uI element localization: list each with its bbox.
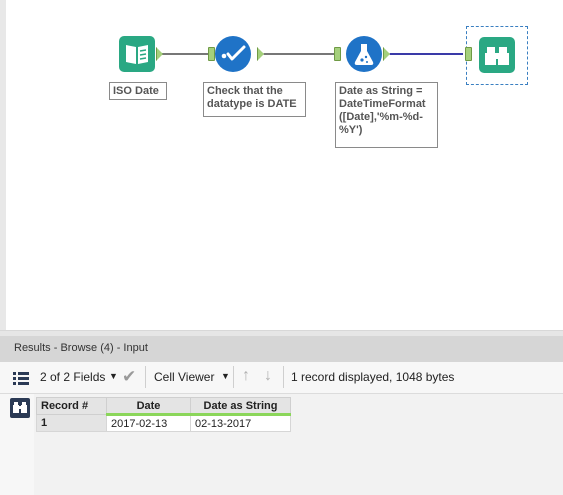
toolbar-divider xyxy=(233,366,234,388)
column-header-record[interactable]: Record # xyxy=(36,397,107,415)
toolbar-divider xyxy=(145,366,146,388)
results-grid-area: Record # Date Date as String 1 2017-02-1… xyxy=(34,394,563,495)
column-header-date-string[interactable]: Date as String xyxy=(190,397,291,416)
list-icon[interactable] xyxy=(12,369,30,387)
binoculars-icon[interactable] xyxy=(10,398,30,418)
results-table[interactable]: Record # Date Date as String 1 2017-02-1… xyxy=(36,397,291,432)
workflow-canvas[interactable]: ISO Date Check that the datatype is DATE… xyxy=(0,0,563,330)
checkmark-icon[interactable]: ✔ xyxy=(122,367,136,387)
cell-date[interactable]: 2017-02-13 xyxy=(106,414,191,432)
select-tool[interactable] xyxy=(215,36,251,72)
input-data-tool[interactable] xyxy=(119,36,155,72)
formula-tool[interactable] xyxy=(346,36,382,72)
flask-icon xyxy=(354,44,374,65)
results-header: Results - Browse (4) - Input xyxy=(0,336,563,362)
cell-record[interactable]: 1 xyxy=(36,414,107,432)
book-icon xyxy=(126,45,148,64)
chevron-down-icon[interactable]: ▼ xyxy=(109,371,118,381)
annotation-formula: Date as String = DateTimeFormat ([Date],… xyxy=(335,82,438,148)
table-row[interactable]: 1 2017-02-13 02-13-2017 xyxy=(36,414,291,432)
chevron-down-icon[interactable]: ▼ xyxy=(221,371,230,381)
browse-input-anchor[interactable] xyxy=(465,47,472,61)
results-sidebar xyxy=(0,394,34,495)
select-input-anchor[interactable] xyxy=(208,47,215,61)
cell-viewer-selector[interactable]: Cell Viewer xyxy=(154,370,214,384)
arrow-up-icon[interactable]: ↑ xyxy=(242,367,250,385)
checkmark-icon xyxy=(221,45,246,61)
column-header-date[interactable]: Date xyxy=(106,397,191,416)
fields-selector[interactable]: 2 of 2 Fields xyxy=(40,370,105,384)
results-toolbar: 2 of 2 Fields ▼ ✔ Cell Viewer ▼ ↑ ↓ 1 re… xyxy=(0,362,563,394)
annotation-input: ISO Date xyxy=(109,82,167,100)
annotation-select: Check that the datatype is DATE xyxy=(203,82,306,117)
binoculars-icon xyxy=(485,47,509,65)
results-panel: Results - Browse (4) - Input 2 of 2 Fiel… xyxy=(0,336,563,495)
toolbar-divider xyxy=(283,366,284,388)
record-info: 1 record displayed, 1048 bytes xyxy=(291,370,455,384)
cell-date-string[interactable]: 02-13-2017 xyxy=(190,414,291,432)
formula-input-anchor[interactable] xyxy=(334,47,341,61)
arrow-down-icon[interactable]: ↓ xyxy=(264,367,272,385)
browse-tool[interactable] xyxy=(479,37,515,73)
